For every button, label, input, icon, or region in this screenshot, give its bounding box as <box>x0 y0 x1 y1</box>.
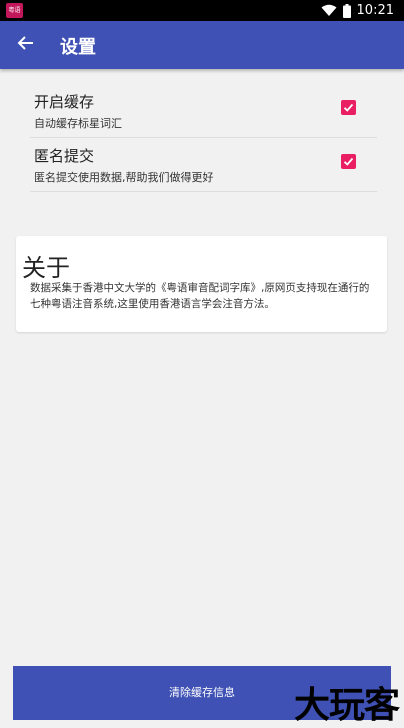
battery-icon <box>342 3 351 18</box>
back-button[interactable] <box>10 30 40 60</box>
wifi-icon <box>321 4 337 17</box>
status-bar: 粤语 10:21 <box>0 0 404 21</box>
about-card: 关于 数据采集于香港中文大学的《粤语审音配词字库》,原网页支持现在通行的七种粤语… <box>16 236 387 332</box>
setting-title: 匿名提交 <box>34 147 95 165</box>
anonymous-submit-checkbox[interactable] <box>341 154 356 169</box>
arrow-back-icon <box>16 34 34 56</box>
app-notification-icon: 粤语 <box>6 3 23 18</box>
about-description: 数据采集于香港中文大学的《粤语审音配词字库》,原网页支持现在通行的七种粤语注音系… <box>30 282 370 310</box>
enable-cache-checkbox[interactable] <box>341 100 356 115</box>
setting-title: 开启缓存 <box>34 93 95 111</box>
setting-enable-cache[interactable]: 开启缓存 自动缓存标星词汇 <box>30 84 377 138</box>
watermark-logo: 大玩客 <box>293 685 400 726</box>
status-icons: 10:21 <box>321 2 394 19</box>
settings-list: 开启缓存 自动缓存标星词汇 匿名提交 匿名提交使用数据,帮助我们做得更好 <box>30 84 377 192</box>
app-bar: 设置 <box>0 21 404 69</box>
setting-subtitle: 自动缓存标星词汇 <box>34 117 122 130</box>
page-title: 设置 <box>60 37 96 58</box>
setting-subtitle: 匿名提交使用数据,帮助我们做得更好 <box>34 171 214 184</box>
about-title: 关于 <box>22 254 70 282</box>
setting-anonymous-submit[interactable]: 匿名提交 匿名提交使用数据,帮助我们做得更好 <box>30 138 377 192</box>
clock: 10:21 <box>356 3 394 18</box>
